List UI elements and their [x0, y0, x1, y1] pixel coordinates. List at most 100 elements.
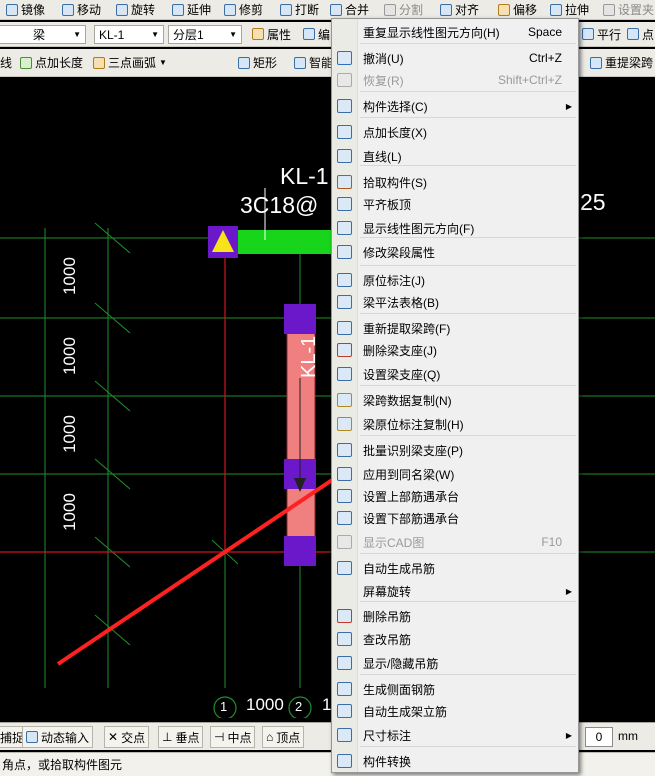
menu-item[interactable]: 自动生成吊筋 [332, 557, 578, 579]
menu-item[interactable]: 批量识别梁支座(P) [332, 439, 578, 461]
menu-item[interactable]: 梁平法表格(B) [332, 291, 578, 313]
mirror-icon [6, 3, 18, 16]
menu-item[interactable]: 重复显示线性图元方向(H) Space [332, 21, 578, 43]
relift-span-icon [590, 56, 602, 69]
parallel-button[interactable]: 平行 [582, 22, 621, 46]
snap-midpoint-button[interactable]: ⊣ 中点 [210, 726, 256, 748]
toolbar-move[interactable]: 移动 [62, 0, 101, 19]
menu-item-label: 删除吊筋 [363, 609, 412, 624]
rect-button[interactable]: 矩形 [238, 49, 277, 76]
menu-item[interactable]: 显示/隐藏吊筋 [332, 652, 578, 674]
menu-item[interactable]: 尺寸标注 ▶ [332, 724, 578, 746]
merge-icon [330, 3, 342, 16]
snap-perpendicular-button[interactable]: ⊥ 垂点 [158, 726, 204, 748]
point-icon [627, 28, 639, 40]
batch-identify-support-icon [337, 443, 352, 457]
menu-item-label: 梁平法表格(B) [363, 295, 439, 310]
relift-span-button[interactable]: 重提梁跨▼ [590, 49, 655, 76]
toolbar-align[interactable]: 对齐 [440, 0, 479, 19]
edit-beam-segment-icon [337, 245, 352, 259]
menu-item[interactable]: 点加长度(X) [332, 121, 578, 143]
edit-button[interactable]: 编 [303, 22, 330, 46]
menu-item[interactable]: 平齐板顶 [332, 193, 578, 215]
break-icon [280, 3, 292, 16]
toolbar-extend[interactable]: 延伸 [172, 0, 211, 19]
vertex-icon: ⌂ [266, 730, 274, 744]
menu-separator [360, 313, 576, 314]
chevron-down-icon: ▼ [229, 30, 237, 39]
menu-item[interactable]: 原位标注(J) [332, 269, 578, 291]
beam-support-bottom[interactable] [284, 536, 316, 566]
toolbar-rotate[interactable]: 旋转 [116, 0, 155, 19]
menu-item[interactable]: 屏幕旋转 ▶ [332, 580, 578, 602]
toolbar-offset[interactable]: 偏移 [498, 0, 537, 19]
menu-item[interactable]: 显示线性图元方向(F) [332, 217, 578, 239]
menu-item-label: 平齐板顶 [363, 197, 412, 212]
menu-item[interactable]: 设置下部筋遇承台 [332, 507, 578, 529]
menu-item-label: 批量识别梁支座(P) [363, 443, 463, 458]
menu-item[interactable]: 设置上部筋遇承台 [332, 485, 578, 507]
menu-item-label: 显示线性图元方向(F) [363, 221, 475, 236]
element-name-select[interactable]: KL-1 ▼ [94, 25, 164, 44]
point-button[interactable]: 点 [627, 22, 654, 46]
delete-support-icon [337, 343, 352, 357]
menu-separator [360, 91, 576, 92]
menu-item[interactable]: 设置梁支座(Q) [332, 363, 578, 385]
arc-icon [93, 56, 105, 69]
element-type-select[interactable]: 梁 ▼ [0, 25, 86, 44]
edit-toolbar: 镜像 移动 旋转 延伸 修剪 打断 合并 分割 对齐 偏移 拉伸 设置夹 [0, 0, 655, 20]
toolbar-break[interactable]: 打断 [280, 0, 319, 19]
toolbar-split[interactable]: 分割 [384, 0, 423, 19]
menu-item[interactable]: 修改梁段属性 [332, 241, 578, 263]
toolbar-set-grip[interactable]: 设置夹 [603, 0, 654, 19]
in-situ-annotation-icon [337, 273, 352, 287]
menu-item-label: 拾取构件(S) [363, 175, 427, 190]
menu-item[interactable]: 恢复(R) Shift+Ctrl+Z [332, 69, 578, 91]
chevron-down-icon: ▼ [73, 30, 81, 39]
menu-item[interactable]: 生成侧面钢筋 [332, 678, 578, 700]
menu-item-label: 恢复(R) [363, 73, 404, 88]
properties-button[interactable]: 属性 [252, 22, 291, 46]
menu-item[interactable]: 梁原位标注复制(H) [332, 413, 578, 435]
dynamic-input-button[interactable]: 动态输入 [22, 726, 94, 748]
toolbar-merge[interactable]: 合并 [330, 0, 369, 19]
menu-item[interactable]: 查改吊筋 [332, 628, 578, 650]
dim-label: 1000 [60, 415, 79, 453]
toolbar-mirror[interactable]: 镜像 [6, 0, 45, 19]
toolbar-trim[interactable]: 修剪 [224, 0, 263, 19]
top-rebar-cap-icon [337, 489, 352, 503]
green-beam[interactable] [238, 230, 333, 254]
menu-item[interactable]: 重新提取梁跨(F) [332, 317, 578, 339]
menu-item[interactable]: 自动生成架立筋 [332, 700, 578, 722]
toolbar-stretch[interactable]: 拉伸 [550, 0, 589, 19]
snap-vertex-button[interactable]: ⌂ 顶点 [262, 726, 305, 748]
arc-button[interactable]: 三点画弧 ▼ [93, 49, 167, 76]
point-length-button[interactable]: 点加长度 [20, 49, 83, 76]
menu-item[interactable]: 撤消(U) Ctrl+Z [332, 47, 578, 69]
dynamic-input-icon [26, 731, 38, 743]
menu-item[interactable]: 应用到同名梁(W) [332, 463, 578, 485]
angle-input[interactable]: 0 [585, 727, 613, 747]
beam-support-top[interactable] [284, 304, 316, 334]
line-button[interactable]: 线 [0, 49, 12, 76]
set-support-icon [337, 367, 352, 381]
menu-item[interactable]: 显示CAD图 F10 [332, 531, 578, 553]
menu-item-label: 生成侧面钢筋 [363, 682, 436, 697]
submenu-arrow-icon: ▶ [565, 730, 572, 740]
menu-item[interactable]: 直线(L) [332, 145, 578, 167]
snap-intersection-button[interactable]: ✕ 交点 [104, 726, 150, 748]
set-grip-icon [603, 3, 615, 16]
menu-item[interactable]: 删除梁支座(J) [332, 339, 578, 361]
menu-item[interactable]: 梁跨数据复制(N) [332, 389, 578, 411]
menu-item[interactable]: 删除吊筋 [332, 605, 578, 627]
intersection-icon: ✕ [108, 730, 119, 744]
layer-select[interactable]: 分层1 ▼ [168, 25, 242, 44]
menu-item[interactable]: 构件选择(C) ▶ [332, 95, 578, 117]
menu-item[interactable]: 拾取构件(S) [332, 171, 578, 193]
unit-label: mm [618, 729, 638, 743]
menu-item[interactable]: 构件转换 [332, 750, 578, 772]
smart-button[interactable]: 智能 [294, 49, 333, 76]
smart-layout-icon [294, 56, 306, 69]
menu-separator [360, 117, 576, 118]
menu-item-label: 重复显示线性图元方向(H) [363, 25, 500, 40]
